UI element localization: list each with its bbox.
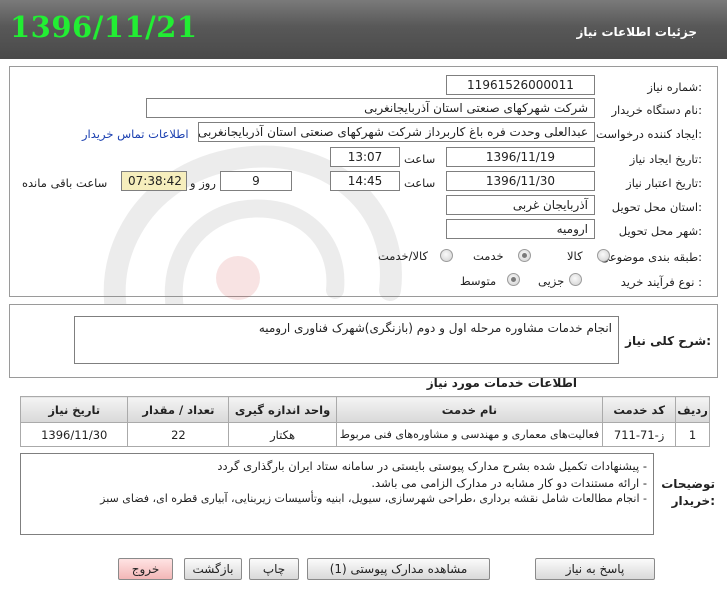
process-option-medium: متوسط — [460, 274, 497, 288]
page-header: جزئیات اطلاعات نیاز 1396/11/21 — [0, 0, 727, 59]
service-name-cell: فعالیت‌های معماری و مهندسی و مشاوره‌های … — [335, 422, 604, 447]
process-type-label: نوع فرآیند خرید : — [620, 275, 702, 289]
buyer-notes-field[interactable]: - پیشنهادات تکمیل شده بشرح مدارک پیوستی … — [20, 453, 654, 535]
reply-button[interactable]: پاسخ به نیاز — [535, 558, 655, 580]
city-field[interactable]: ارومیه — [446, 219, 595, 239]
process-radio-minor[interactable] — [569, 273, 582, 286]
print-button[interactable]: چاپ — [249, 558, 299, 580]
col-need-date: تاریخ نیاز — [19, 396, 129, 423]
buyer-note-line: - انجام مطالعات شامل نقشه برداری ،طراحی … — [100, 492, 647, 505]
services-section-title: اطلاعات خدمات مورد نیاز — [426, 376, 577, 390]
buyer-notes-label: توضیحات خریدار: — [661, 476, 715, 510]
services-table-header: ردیف کد خدمت نام خدمت واحد اندازه گیری ت… — [19, 396, 710, 423]
buyer-org-field[interactable]: شرکت شهرکهای صنعتی استان آذربایجانغربی — [146, 98, 595, 118]
description-label: شرح کلی نیاز: — [625, 334, 711, 348]
province-field[interactable]: آذربایجان غربی — [446, 195, 595, 215]
buyer-note-line: - پیشنهادات تکمیل شده بشرح مدارک پیوستی … — [217, 459, 647, 473]
created-time-label: ساعت — [404, 152, 436, 166]
unit-cell: هکتار — [228, 422, 337, 447]
back-button[interactable]: بازگشت — [184, 558, 242, 580]
process-option-minor: جزیی — [538, 274, 565, 288]
col-unit: واحد اندازه گیری — [228, 396, 337, 423]
remaining-time-field[interactable]: 07:38:42 — [121, 171, 187, 191]
process-radio-medium[interactable] — [507, 273, 520, 286]
buyer-notes-label-line1: توضیحات — [661, 477, 715, 491]
buyer-org-label: نام دستگاه خریدار: — [611, 103, 702, 117]
province-label: استان محل تحویل: — [611, 200, 702, 214]
validity-time-label: ساعت — [404, 176, 436, 190]
need-date-cell: 1396/11/30 — [19, 422, 129, 447]
page-title: جزئیات اطلاعات نیاز — [576, 25, 697, 39]
requester-field[interactable]: عبدالعلی وحدت فره باغ کاربرداز شرکت شهرک… — [198, 122, 595, 142]
col-service-code: کد خدمت — [602, 396, 677, 423]
category-radio-goods-service[interactable] — [440, 249, 453, 262]
city-label: شهر محل تحویل: — [618, 224, 702, 238]
category-option-goods: کالا — [567, 249, 583, 263]
col-row: ردیف — [675, 396, 710, 423]
created-time-field[interactable]: 13:07 — [330, 147, 400, 167]
services-table: ردیف کد خدمت نام خدمت واحد اندازه گیری ت… — [19, 396, 710, 447]
category-radio-goods[interactable] — [597, 249, 610, 262]
validity-date-field[interactable]: 1396/11/30 — [446, 171, 595, 191]
exit-button[interactable]: خروج — [118, 558, 173, 580]
category-label: طبقه بندی موضوعی: — [600, 250, 702, 264]
requester-label: ایجاد کننده درخواست: — [596, 127, 702, 141]
view-attachments-button[interactable]: مشاهده مدارک پیوستی (1) — [307, 558, 490, 580]
buyer-notes-label-line2: خریدار: — [671, 494, 715, 508]
quantity-cell: 22 — [127, 422, 230, 447]
validity-date-label: تاریخ اعتبار نیاز: — [626, 176, 702, 190]
need-number-field[interactable]: 11961526000011 — [446, 75, 595, 95]
days-label: روز و — [190, 176, 216, 190]
validity-time-field[interactable]: 14:45 — [330, 171, 400, 191]
remaining-time-label: ساعت باقی مانده — [22, 176, 108, 190]
col-quantity: تعداد / مقدار — [127, 396, 230, 423]
buyer-note-line: - ارائه مستندات دو کار مشابه در مدارک ال… — [371, 475, 647, 490]
category-option-goods-service: کالا/خدمت — [378, 249, 429, 263]
days-remaining-field[interactable]: 9 — [220, 171, 292, 191]
announcement-date: 1396/11/21 — [10, 10, 198, 44]
need-number-label: شماره نیاز: — [647, 80, 702, 94]
row-number-cell: 1 — [675, 422, 710, 447]
col-service-name: نام خدمت — [335, 396, 604, 423]
created-date-label: تاریخ ایجاد نیاز: — [629, 152, 702, 166]
category-radio-service[interactable] — [518, 249, 531, 262]
category-option-service: خدمت — [473, 249, 504, 263]
description-field[interactable]: انجام خدمات مشاوره مرحله اول و دوم (بازن… — [74, 316, 619, 364]
buyer-contact-link[interactable]: اطلاعات تماس خریدار — [82, 127, 189, 141]
created-date-field[interactable]: 1396/11/19 — [446, 147, 595, 167]
service-code-cell: ز-71-711 — [602, 422, 677, 447]
table-row[interactable]: 1 ز-71-711 فعالیت‌های معماری و مهندسی و … — [19, 422, 710, 447]
